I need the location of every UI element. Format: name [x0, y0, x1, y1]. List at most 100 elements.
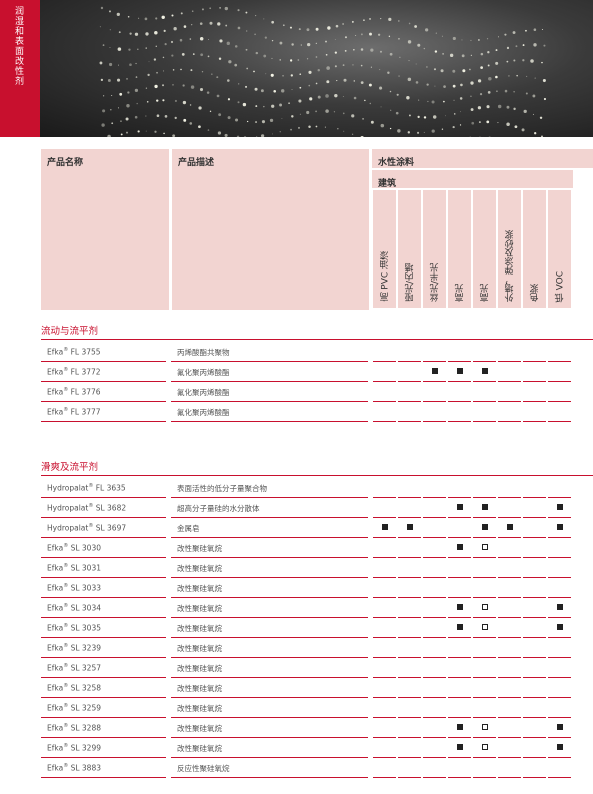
- light-dot: [461, 39, 463, 41]
- light-dot: [163, 29, 166, 32]
- light-dot: [360, 64, 363, 67]
- cell-divider: [398, 421, 421, 422]
- col-header-6: 外墙，弹涂及砂浆: [498, 190, 521, 308]
- light-dot: [156, 99, 159, 102]
- product-code: SL 3288: [68, 723, 101, 733]
- light-dot: [217, 131, 222, 135]
- light-dot: [495, 49, 498, 52]
- header-photo: [40, 0, 593, 137]
- product-description: 改性聚硅氧烷: [177, 624, 222, 633]
- light-dot: [506, 60, 509, 63]
- light-dot: [147, 73, 150, 77]
- table-row: Efka® FL 3777 氟化聚丙烯酸酯: [41, 402, 593, 422]
- product-name: Hydropalat® FL 3635: [47, 483, 126, 493]
- light-dot: [417, 115, 420, 119]
- light-dot: [334, 65, 337, 68]
- light-dot: [351, 20, 354, 23]
- cell-divider: [473, 777, 496, 778]
- col-header-7: 色浆: [523, 190, 546, 308]
- section-title: 滑爽及流平剂: [41, 462, 99, 473]
- light-dot: [506, 46, 510, 50]
- product-code: SL 3299: [68, 743, 101, 753]
- light-dot: [308, 84, 311, 87]
- light-dot: [425, 28, 429, 32]
- product-description: 氟化聚丙烯酸酯: [177, 388, 230, 397]
- light-dot: [477, 79, 482, 83]
- light-dot: [479, 136, 481, 137]
- light-dot: [441, 35, 443, 37]
- light-dot: [102, 109, 106, 113]
- light-dot: [125, 117, 129, 121]
- section-divider: [41, 475, 593, 476]
- light-dot: [281, 89, 285, 93]
- light-dot: [144, 17, 148, 21]
- light-dot: [431, 100, 435, 104]
- light-dot: [398, 20, 400, 22]
- light-dot: [299, 86, 302, 89]
- light-dot: [289, 59, 293, 62]
- light-dot: [227, 98, 231, 101]
- light-dot: [218, 113, 222, 117]
- light-dot: [254, 33, 256, 36]
- light-dot: [137, 130, 140, 133]
- product-description: 金属皂: [177, 524, 200, 533]
- light-dot: [271, 20, 274, 24]
- light-dot: [409, 114, 411, 117]
- light-dot: [282, 24, 285, 27]
- table-row: Efka® FL 3755 丙烯酸酯共聚物: [41, 342, 593, 362]
- light-dot: [334, 51, 337, 54]
- light-dot: [290, 74, 293, 77]
- light-dot: [99, 26, 101, 28]
- product-name: Efka® SL 3031: [47, 563, 101, 573]
- light-dot: [353, 49, 355, 51]
- table-row: Efka® SL 3035 改性聚硅氧烷: [41, 618, 593, 638]
- light-dot: [453, 113, 456, 115]
- light-dot: [279, 41, 283, 45]
- cell-divider: [423, 777, 446, 778]
- light-dot: [380, 123, 385, 128]
- filled-square-icon: [507, 524, 513, 530]
- light-dot: [495, 61, 499, 65]
- light-dot: [99, 61, 103, 65]
- light-dot: [335, 24, 339, 28]
- light-dot: [206, 91, 210, 94]
- light-dot: [486, 120, 490, 124]
- light-dot: [495, 75, 498, 79]
- light-dot: [299, 73, 302, 76]
- light-dot: [153, 58, 157, 61]
- filled-square-icon: [557, 744, 563, 750]
- light-dot: [504, 33, 507, 36]
- light-dot: [459, 124, 462, 126]
- light-dot: [117, 107, 119, 109]
- light-dot: [426, 66, 428, 68]
- light-dot: [444, 115, 446, 117]
- light-dot: [137, 48, 139, 50]
- open-square-icon: [482, 724, 488, 730]
- product-name: Hydropalat® SL 3682: [47, 503, 126, 513]
- light-dot: [370, 66, 372, 68]
- light-dot: [477, 106, 482, 110]
- light-dot: [209, 7, 212, 10]
- light-dot: [389, 52, 393, 56]
- table-row: Efka® SL 3258 改性聚硅氧烷: [41, 678, 593, 698]
- light-dot: [398, 38, 400, 40]
- light-dot: [441, 128, 444, 130]
- light-dot: [469, 68, 471, 71]
- brand: Efka: [47, 563, 64, 573]
- light-dot: [343, 130, 345, 132]
- light-dot: [216, 94, 220, 98]
- filled-square-icon: [482, 368, 488, 374]
- product-description: 改性聚硅氧烷: [177, 724, 222, 733]
- light-dot: [471, 121, 475, 125]
- light-dot: [452, 69, 456, 73]
- open-square-icon: [482, 744, 488, 750]
- filled-square-icon: [457, 744, 463, 750]
- light-dot: [218, 57, 222, 60]
- light-dot: [423, 131, 425, 133]
- filled-square-icon: [382, 524, 388, 530]
- light-dot: [145, 115, 147, 117]
- light-dot: [180, 12, 183, 15]
- light-dot: [379, 69, 381, 71]
- cell-divider: [548, 777, 571, 778]
- brand: Efka: [47, 663, 64, 673]
